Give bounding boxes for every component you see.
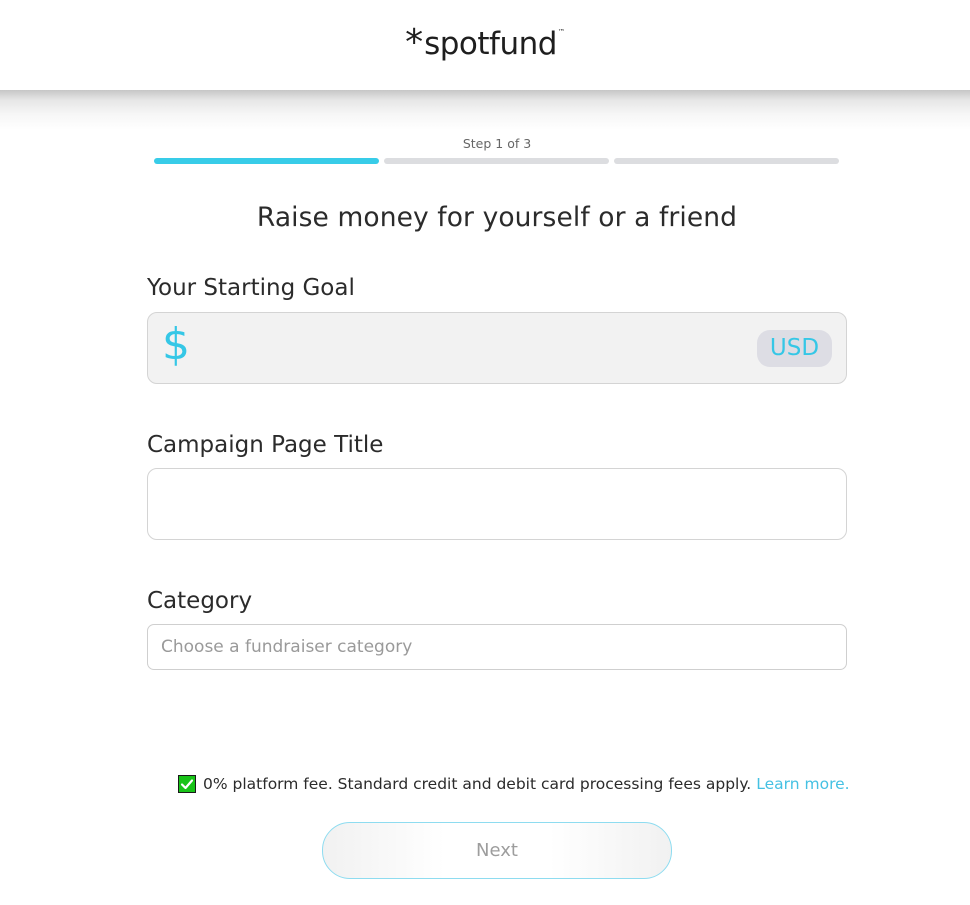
category-select[interactable]: Choose a fundraiser category: [147, 624, 847, 670]
logo-trademark: ™: [557, 28, 565, 36]
header: * spotfund ™: [0, 0, 970, 90]
currency-badge: USD: [757, 330, 832, 367]
progress-step-1: [154, 158, 379, 164]
progress-step-3: [614, 158, 839, 164]
logo-text: spotfund: [424, 26, 557, 62]
learn-more-link[interactable]: Learn more.: [756, 775, 849, 793]
checkmark-icon: [180, 779, 194, 790]
fee-checkbox[interactable]: [178, 775, 196, 793]
header-shadow: [0, 90, 970, 130]
campaign-title-input[interactable]: [147, 468, 847, 540]
fee-notice: 0% platform fee. Standard credit and deb…: [178, 774, 850, 794]
category-label: Category: [147, 588, 253, 614]
goal-amount-input[interactable]: $ USD: [147, 312, 847, 384]
dollar-sign-icon: $: [162, 319, 190, 370]
step-indicator: Step 1 of 3: [462, 136, 532, 151]
page-heading: Raise money for yourself or a friend: [256, 202, 738, 233]
goal-label: Your Starting Goal: [147, 275, 355, 301]
progress-step-2: [384, 158, 609, 164]
spotfund-logo[interactable]: * spotfund ™: [405, 25, 565, 62]
fee-text: 0% platform fee. Standard credit and deb…: [203, 775, 752, 793]
logo-asterisk: *: [405, 22, 424, 63]
next-button[interactable]: Next: [322, 822, 672, 879]
campaign-title-label: Campaign Page Title: [147, 432, 384, 458]
